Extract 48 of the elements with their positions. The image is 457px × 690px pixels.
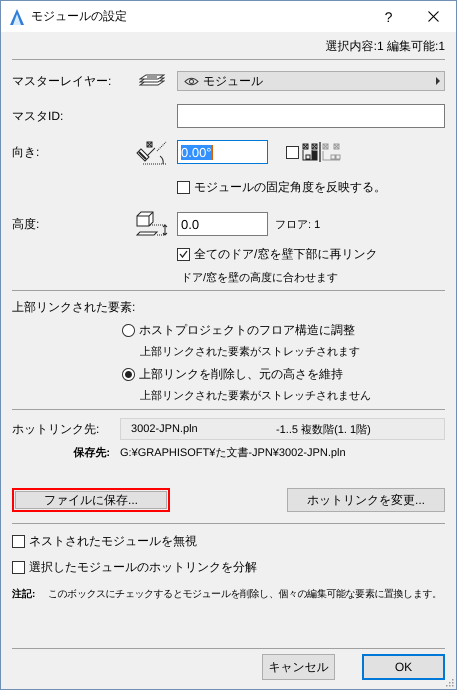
- resize-grip-icon[interactable]: [446, 679, 454, 687]
- checkbox[interactable]: [177, 248, 190, 260]
- elevation-icon: [135, 211, 169, 237]
- checkbox-label: モジュールの固定角度を反映する。: [194, 178, 386, 196]
- triangle-right-icon: [436, 77, 440, 85]
- checkbox-label: 全てのドア/窓を壁下部に再リンク: [194, 246, 378, 262]
- checkbox-label: 選択したモジュールのホットリンクを分解: [29, 558, 257, 576]
- checkbox[interactable]: [177, 180, 190, 194]
- field-label: マスターレイヤー:: [12, 72, 112, 90]
- change-hotlink-button[interactable]: ホットリンクを変更...: [287, 488, 445, 512]
- hint-text: 上部リンクされた要素がストレッチされません: [140, 388, 371, 402]
- save-path: G:¥GRAPHISOFT¥た文書-JPN¥3002-JPN.pln: [120, 446, 347, 460]
- radio-label: 上部リンクを削除し、元の高さを維持: [139, 366, 343, 382]
- section-label: 上部リンクされた要素:: [12, 298, 136, 316]
- note-text: このボックスにチェックするとモジュールを削除し、個々の編集可能な要素に置換します。: [48, 588, 442, 601]
- field-label: マスタID:: [12, 108, 64, 124]
- layer-dropdown[interactable]: モジュール: [177, 71, 445, 91]
- hotlink-stories: -1..5 複数階(1. 1階): [276, 422, 371, 436]
- cancel-button[interactable]: キャンセル: [262, 654, 335, 680]
- help-button[interactable]: ?: [366, 8, 411, 24]
- app-logo-icon: [9, 8, 25, 26]
- radio-button[interactable]: [122, 324, 135, 336]
- checkbox[interactable]: [12, 560, 25, 574]
- checkbox-label: ネストされたモジュールを無視: [29, 532, 197, 550]
- window-title: モジュールの設定: [31, 8, 128, 25]
- radio-button[interactable]: [122, 368, 135, 380]
- rotation-angle-icon: [135, 139, 169, 165]
- field-label: 高度:: [12, 216, 40, 232]
- save-to-file-button[interactable]: ファイルに保存...: [12, 488, 170, 512]
- ok-button[interactable]: OK: [362, 654, 445, 680]
- master-id-field[interactable]: [177, 104, 445, 128]
- checkbox[interactable]: [286, 146, 299, 158]
- radio-label: ホストプロジェクトのフロア構造に調整: [139, 322, 355, 338]
- selection-info: 選択内容:1 編集可能:1: [326, 38, 445, 52]
- note-label: 注記:: [12, 587, 36, 601]
- save-label: 保存先:: [73, 446, 110, 460]
- hint-text: ドア/窓を壁の高度に合わせます: [181, 270, 338, 284]
- check-icon: [179, 250, 188, 258]
- hotlink-file: 3002-JPN.pln: [131, 423, 199, 435]
- checkbox[interactable]: [12, 534, 25, 548]
- elevation-field[interactable]: 0.0: [177, 212, 268, 236]
- close-icon: [428, 11, 439, 22]
- eye-icon: [184, 76, 199, 86]
- floor-label: フロア: 1: [275, 218, 320, 232]
- hint-text: 上部リンクされた要素がストレッチされます: [140, 344, 360, 358]
- field-label: ホットリンク先:: [12, 420, 100, 438]
- dropdown-value: モジュール: [203, 72, 264, 90]
- field-label: 向き:: [12, 144, 40, 160]
